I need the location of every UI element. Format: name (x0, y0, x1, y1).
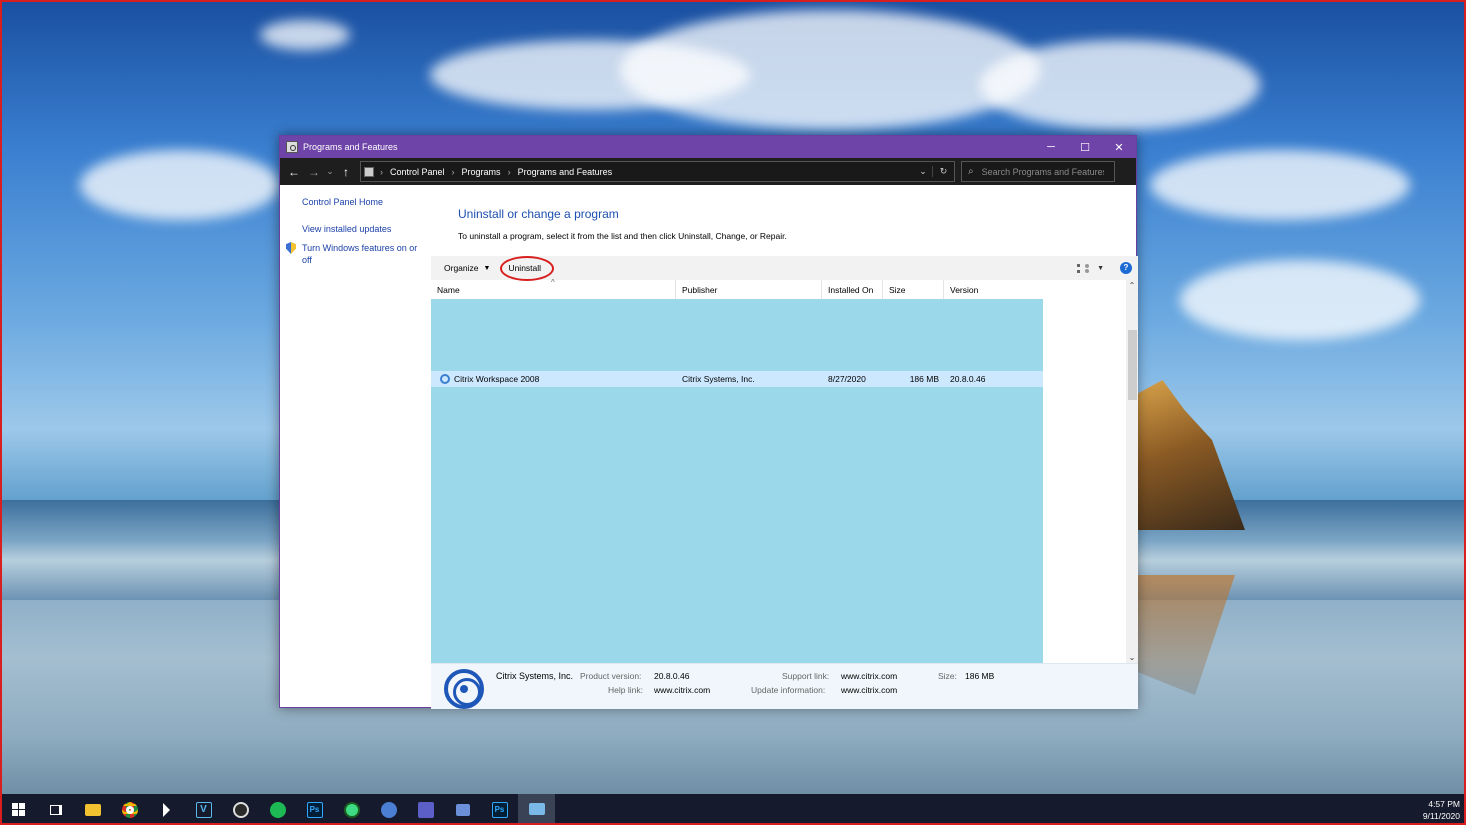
program-size: 186 MB (909, 374, 939, 384)
breadcrumb-separator: › (507, 166, 511, 177)
windows-features-link[interactable]: Turn Windows features on or off (302, 242, 424, 266)
details-pane: Citrix Systems, Inc. Product version: 20… (431, 663, 1138, 709)
taskbar: V Ps Ps 4:57 PM 9/11/2020 (0, 794, 1466, 825)
obs-icon[interactable] (222, 794, 259, 825)
scroll-thumb[interactable] (1128, 330, 1137, 400)
column-header-row: ^ Name Publisher Installed On Size Versi… (431, 278, 1126, 299)
forward-button[interactable]: → (304, 165, 324, 179)
programs-and-features-window: Programs and Features ─ ☐ ✕ ← → ⌄ ↑ › Co… (279, 135, 1138, 709)
citrix-icon (440, 374, 450, 384)
program-rows: Citrix Workspace 2008 Citrix Systems, In… (431, 299, 1126, 663)
vegas-icon[interactable]: V (185, 794, 222, 825)
uninstall-button[interactable]: Uninstall (500, 256, 555, 281)
search-box[interactable]: ⌕ (961, 161, 1115, 182)
clock-time: 4:57 PM (1428, 798, 1460, 809)
recent-locations-button[interactable]: ⌄ (324, 166, 336, 177)
page-description: To uninstall a program, select it from t… (458, 231, 787, 241)
program-publisher: Citrix Systems, Inc. (682, 374, 755, 384)
address-field[interactable]: › Control Panel › Programs › Programs an… (360, 161, 955, 182)
teams-icon[interactable] (407, 794, 444, 825)
support-link[interactable]: www.citrix.com (841, 671, 897, 681)
program-name: Citrix Workspace 2008 (454, 374, 540, 384)
system-clock[interactable]: 4:57 PM 9/11/2020 (1423, 798, 1460, 822)
program-version: 20.8.0.46 (950, 374, 986, 384)
android-studio-icon[interactable] (333, 794, 370, 825)
program-name-cell: Citrix Workspace 2008 (431, 374, 676, 384)
scroll-up-icon[interactable]: ⌃ (1126, 281, 1138, 290)
organize-button[interactable]: Organize ▼ (438, 263, 496, 273)
breadcrumb-control-panel[interactable]: Control Panel (390, 167, 445, 177)
address-dropdown-button[interactable]: ⌄ (914, 166, 932, 177)
main-panel: Uninstall or change a program To uninsta… (431, 185, 1138, 709)
sort-arrow-icon: ^ (551, 278, 555, 287)
update-info-label: Update information: (751, 685, 826, 695)
shield-icon (286, 242, 296, 254)
sidebar: Control Panel Home View installed update… (280, 185, 430, 707)
minimize-button[interactable]: ─ (1034, 136, 1068, 158)
photoshop-2-icon[interactable]: Ps (481, 794, 518, 825)
maximize-button[interactable]: ☐ (1068, 136, 1102, 158)
breadcrumb-programs[interactable]: Programs (462, 167, 501, 177)
chrome-icon[interactable] (111, 794, 148, 825)
product-version-label: Product version: (580, 671, 642, 681)
up-button[interactable]: ↑ (336, 165, 356, 179)
table-row[interactable]: Citrix Workspace 2008 Citrix Systems, In… (431, 371, 1043, 387)
column-header-size[interactable]: Size (883, 280, 944, 299)
address-bar-row: ← → ⌄ ↑ › Control Panel › Programs › Pro… (280, 158, 1136, 185)
scroll-down-icon[interactable]: ⌄ (1126, 653, 1138, 662)
search-icon: ⌕ (968, 166, 974, 177)
help-link-label: Help link: (608, 685, 643, 695)
size-value: 186 MB (965, 671, 995, 681)
file-explorer-icon[interactable] (74, 794, 111, 825)
citrix-logo-icon (444, 669, 484, 709)
windows-start-icon[interactable] (0, 794, 37, 825)
command-bar: Organize ▼ Uninstall ▼ ? (431, 256, 1138, 281)
photoshop-icon[interactable]: Ps (296, 794, 333, 825)
control-panel-icon (286, 141, 298, 153)
clock-date: 9/11/2020 (1422, 810, 1460, 821)
task-view-icon[interactable] (37, 794, 74, 825)
details-publisher: Citrix Systems, Inc. (496, 671, 574, 681)
support-link-label: Support link: (782, 671, 830, 681)
refresh-button[interactable]: ↻ (932, 166, 954, 177)
program-installed-on: 8/27/2020 (828, 374, 866, 384)
control-panel-icon (364, 166, 374, 177)
column-header-publisher[interactable]: Publisher (676, 280, 822, 299)
remote-desktop-icon[interactable] (444, 794, 481, 825)
vertical-scrollbar[interactable]: ⌃ ⌄ (1126, 280, 1138, 663)
product-version-value: 20.8.0.46 (654, 671, 690, 681)
chevron-down-icon[interactable]: ▼ (1097, 265, 1104, 272)
size-label: Size: (938, 671, 957, 681)
update-info-link[interactable]: www.citrix.com (841, 685, 897, 695)
page-title: Uninstall or change a program (458, 207, 619, 221)
column-header-version[interactable]: Version (944, 280, 1043, 299)
program-list: ^ Name Publisher Installed On Size Versi… (431, 278, 1126, 663)
control-panel-home-link[interactable]: Control Panel Home (302, 197, 430, 207)
spotify-icon[interactable] (259, 794, 296, 825)
search-input[interactable] (981, 166, 1104, 177)
help-icon[interactable]: ? (1120, 262, 1132, 274)
back-button[interactable]: ← (284, 165, 304, 179)
close-button[interactable]: ✕ (1102, 136, 1136, 158)
window-title: Programs and Features (303, 142, 398, 152)
view-options-icon[interactable] (1077, 263, 1090, 273)
unity-icon[interactable] (148, 794, 185, 825)
vsee-icon[interactable] (370, 794, 407, 825)
control-panel-taskbar-icon[interactable] (518, 794, 555, 825)
breadcrumb-programs-and-features[interactable]: Programs and Features (518, 167, 613, 177)
title-bar[interactable]: Programs and Features ─ ☐ ✕ (280, 136, 1136, 158)
breadcrumb-separator: › (451, 166, 455, 177)
view-installed-updates-link[interactable]: View installed updates (302, 224, 430, 234)
help-link[interactable]: www.citrix.com (654, 685, 710, 695)
organize-label: Organize (444, 263, 479, 273)
chevron-down-icon: ▼ (483, 264, 491, 272)
column-header-installed-on[interactable]: Installed On (822, 280, 883, 299)
highlight-circle (500, 256, 555, 281)
breadcrumb-separator: › (380, 166, 383, 177)
windows-features-item[interactable]: Turn Windows features on or off (286, 242, 430, 266)
